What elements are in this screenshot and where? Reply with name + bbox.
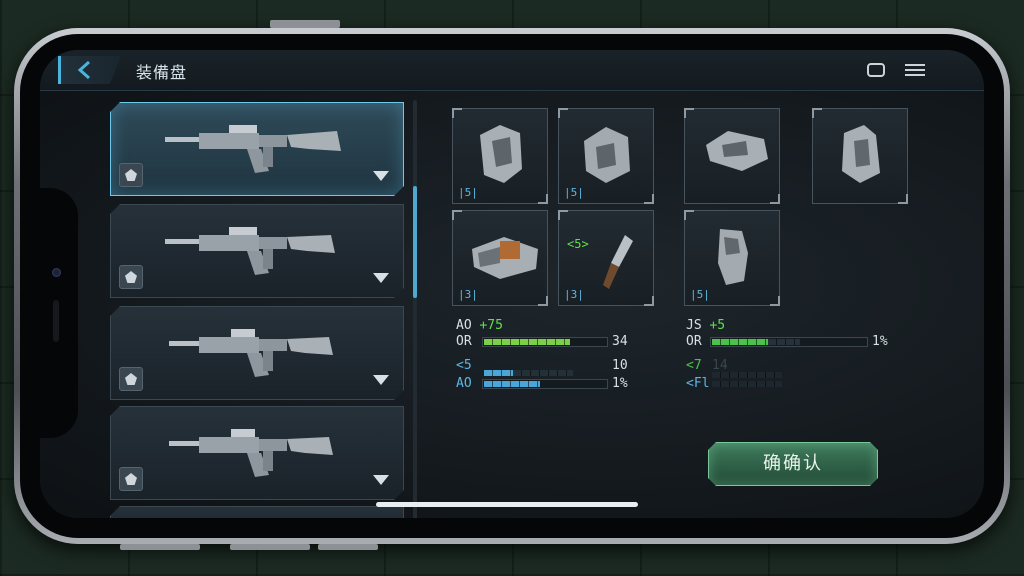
stat-row-label: <7 xyxy=(686,358,702,373)
stat-row-value: 10 xyxy=(612,358,628,373)
part-slot-2[interactable]: |5| xyxy=(558,108,654,204)
stat-row-label: <Fl xyxy=(686,376,710,391)
stat-row-label: AO xyxy=(456,376,472,391)
back-button[interactable] xyxy=(58,56,121,84)
stat-bar xyxy=(710,337,868,347)
stat-row-label: OR xyxy=(686,334,702,349)
dropdown-arrow-icon[interactable] xyxy=(373,171,389,181)
notch xyxy=(40,188,78,438)
part-level: |3| xyxy=(458,288,478,301)
stat-bar-fill xyxy=(484,370,514,376)
weapon-list-scrollbar[interactable] xyxy=(413,100,417,518)
stat-row-label: OR xyxy=(456,334,472,349)
slot-type-icon xyxy=(119,163,143,187)
window-icon[interactable] xyxy=(866,62,886,78)
dropdown-arrow-icon[interactable] xyxy=(373,375,389,385)
assault-rifle-icon xyxy=(159,117,349,177)
weapon-card-1[interactable] xyxy=(110,102,404,196)
stat-bonus: +75 xyxy=(479,318,503,333)
part-slot-1[interactable]: |5| xyxy=(452,108,548,204)
stat-row-label: <5 xyxy=(456,358,472,373)
stat-bar xyxy=(482,337,608,347)
part-level: |5| xyxy=(690,288,710,301)
confirm-button[interactable]: 确确认 xyxy=(708,442,878,486)
stat-bar-fill xyxy=(484,381,540,387)
part-slot-3[interactable] xyxy=(684,108,780,204)
back-arrow-icon xyxy=(77,60,90,80)
stat-bar-empty xyxy=(513,370,573,376)
weapon-card-4[interactable] xyxy=(110,406,404,500)
phone-side-button xyxy=(120,544,200,550)
assault-rifle-icon xyxy=(159,219,349,279)
assault-rifle-icon xyxy=(159,321,349,381)
stat-bar-empty xyxy=(768,339,800,345)
stat-bar-fill xyxy=(712,339,768,345)
stat-name: AO xyxy=(456,318,472,333)
stock-part-icon xyxy=(842,125,880,183)
weapon-card-5-partial[interactable] xyxy=(110,506,404,518)
mount-part-icon xyxy=(584,127,630,183)
part-slot-4[interactable] xyxy=(812,108,908,204)
knife-part-icon xyxy=(603,235,633,289)
stat-row-value: 34 xyxy=(612,334,628,349)
part-slot-6[interactable]: <5> |3| xyxy=(558,210,654,306)
dropdown-arrow-icon[interactable] xyxy=(373,475,389,485)
game-screen: 装備盘 |5| |5| |3| <5> |3| |5| AO +75 OR 34… xyxy=(40,50,984,518)
stat-bar-empty xyxy=(712,372,782,378)
weapon-card-2[interactable] xyxy=(110,204,404,298)
grip-part-icon xyxy=(480,125,522,183)
dropdown-arrow-icon[interactable] xyxy=(373,273,389,283)
part-level: |5| xyxy=(564,186,584,199)
part-bonus-badge: <5> xyxy=(567,237,589,251)
scrollbar-thumb[interactable] xyxy=(413,186,417,298)
stat-bar-empty xyxy=(712,381,782,387)
menu-icon[interactable] xyxy=(904,62,926,78)
magazine-part-icon xyxy=(472,237,538,279)
stat-bar xyxy=(482,379,608,389)
home-indicator[interactable] xyxy=(376,502,638,507)
stat-name: JS xyxy=(686,318,702,333)
receiver-part-icon xyxy=(706,131,768,171)
part-level: |5| xyxy=(458,186,478,199)
stat-row-value: 1% xyxy=(612,376,628,391)
earpiece xyxy=(53,300,59,342)
weapon-card-3[interactable] xyxy=(110,306,404,400)
front-camera xyxy=(52,268,61,277)
stat-name-left: AO +75 xyxy=(456,318,503,333)
phone-volume-button xyxy=(270,20,340,28)
part-level: |3| xyxy=(564,288,584,301)
part-slot-5[interactable]: |3| xyxy=(452,210,548,306)
slot-type-icon xyxy=(119,467,143,491)
stat-bar xyxy=(710,379,868,389)
slot-type-icon xyxy=(119,367,143,391)
top-bar: 装備盘 xyxy=(40,50,984,91)
stat-bonus: +5 xyxy=(709,318,726,333)
phone-power-button xyxy=(318,544,378,550)
page-title: 装備盘 xyxy=(136,63,188,82)
bolt-part-icon xyxy=(718,229,748,285)
phone-side-button-2 xyxy=(230,544,310,550)
slot-type-icon xyxy=(119,265,143,289)
part-slot-7[interactable]: |5| xyxy=(684,210,780,306)
stat-name-right: JS +5 xyxy=(686,318,725,333)
stat-row-value: 1% xyxy=(872,334,888,349)
stat-bar-fill xyxy=(484,339,570,345)
assault-rifle-icon xyxy=(159,421,349,481)
stat-bar xyxy=(482,368,608,378)
